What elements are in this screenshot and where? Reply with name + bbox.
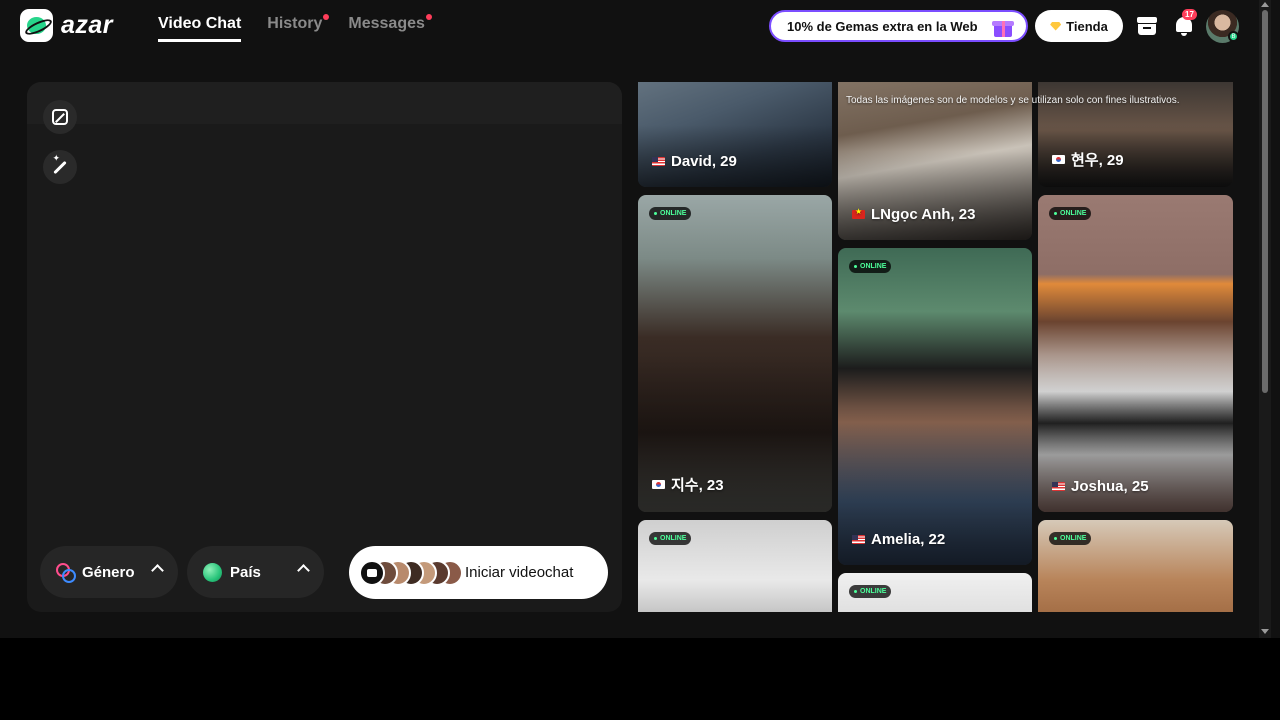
globe-icon [203, 562, 222, 582]
online-badge: ONLINE [849, 260, 892, 273]
app-root: azar Video Chat History Messages 10% de … [0, 0, 1280, 638]
kr-flag-icon [652, 480, 665, 489]
kr-flag-icon [1052, 155, 1065, 164]
profile-name-text: Joshua, 25 [1071, 478, 1149, 495]
gems-promo-banner[interactable]: 10% de Gemas extra en la Web [769, 10, 1028, 42]
shop-button[interactable]: Tienda [1035, 10, 1123, 42]
profile-name-text: 지수, 23 [671, 477, 724, 494]
us-flag-icon [652, 157, 665, 166]
profile-name-text: Amelia, 22 [871, 531, 946, 548]
gift-icon [992, 17, 1014, 37]
country-filter-button[interactable]: País [187, 546, 324, 598]
preview-faces [359, 559, 463, 586]
scrollbar-thumb[interactable] [1262, 10, 1268, 393]
chevron-up-icon [151, 564, 164, 577]
online-badge: ONLINE [1049, 207, 1092, 220]
country-filter-label: País [230, 563, 261, 581]
profile-name-text: David, 29 [671, 153, 737, 170]
profile-name-text: 현우, 29 [1071, 152, 1124, 169]
video-panel-topbar [27, 82, 622, 124]
chevron-up-icon [297, 564, 310, 577]
camera-icon [359, 559, 385, 586]
profile-card-partial[interactable]: ONLINE [838, 573, 1032, 612]
profile-card-amelia[interactable]: ONLINE Amelia, 22 [838, 248, 1032, 565]
promo-text: 10% de Gemas extra en la Web [787, 18, 978, 34]
profile-card-partial[interactable]: ONLINE [1038, 520, 1233, 612]
nav-messages[interactable]: Messages [348, 14, 432, 42]
gender-filter-button[interactable]: Género [40, 546, 178, 598]
online-badge: ONLINE [849, 585, 892, 598]
illustrative-disclaimer: Todas las imágenes son de modelos y se u… [846, 95, 1180, 106]
start-videochat-button[interactable]: Iniciar videochat [349, 546, 608, 599]
scroll-up-arrow-icon[interactable] [1261, 2, 1269, 7]
expand-icon [52, 109, 68, 125]
effects-button[interactable] [43, 150, 77, 184]
nav-history[interactable]: History [267, 14, 330, 42]
profile-name: LNgọc Anh, 23 [852, 206, 975, 223]
brand-logo[interactable]: azar [20, 9, 113, 42]
nav-messages-label: Messages [348, 15, 425, 32]
brand-name: azar [61, 11, 114, 39]
video-preview-panel: Género País Iniciar videochat [27, 82, 622, 612]
vn-flag-icon [852, 207, 865, 219]
profile-name: Joshua, 25 [1052, 478, 1149, 495]
nav-video-chat[interactable]: Video Chat [158, 15, 242, 42]
online-badge: ONLINE [649, 532, 692, 545]
nav-history-label: History [267, 15, 323, 32]
azar-logo-icon [20, 9, 53, 42]
profile-name: 현우, 29 [1052, 149, 1124, 170]
profile-name-text: LNgọc Anh, 23 [871, 206, 976, 223]
profile-card-partial[interactable]: ONLINE [638, 520, 832, 612]
profile-name: 지수, 23 [652, 474, 724, 495]
history-unread-dot [323, 14, 330, 20]
online-badge: ONLINE [649, 207, 692, 220]
online-badge: ONLINE [1049, 532, 1092, 545]
expand-button[interactable] [43, 100, 77, 134]
start-videochat-label: Iniciar videochat [465, 564, 574, 581]
profile-card-joshua[interactable]: ONLINE Joshua, 25 [1038, 195, 1233, 512]
window-bottom-area [0, 638, 1280, 720]
profile-card-jisu[interactable]: ONLINE 지수, 23 [638, 195, 832, 512]
store-icon[interactable] [1135, 14, 1159, 38]
gem-icon [1050, 21, 1062, 31]
profile-name: David, 29 [652, 153, 737, 170]
main-nav: Video Chat History Messages [158, 14, 432, 42]
profile-grid: David, 29 LNgọc Anh, 23 현우, 29 ONLINE 지수… [638, 82, 1234, 612]
top-header: azar Video Chat History Messages 10% de … [0, 0, 1258, 52]
gender-filter-label: Género [82, 563, 135, 581]
profile-name: Amelia, 22 [852, 531, 945, 548]
us-flag-icon [852, 535, 865, 544]
us-flag-icon [1052, 482, 1065, 491]
gender-icon [56, 563, 76, 583]
avatar-status-badge: B [1228, 31, 1239, 42]
magic-wand-icon [53, 160, 67, 174]
messages-unread-dot [425, 14, 432, 20]
shop-label: Tienda [1066, 18, 1108, 34]
profile-card-david[interactable]: David, 29 [638, 82, 832, 187]
scroll-down-arrow-icon[interactable] [1261, 629, 1269, 634]
notification-count-badge: 17 [1182, 9, 1197, 20]
